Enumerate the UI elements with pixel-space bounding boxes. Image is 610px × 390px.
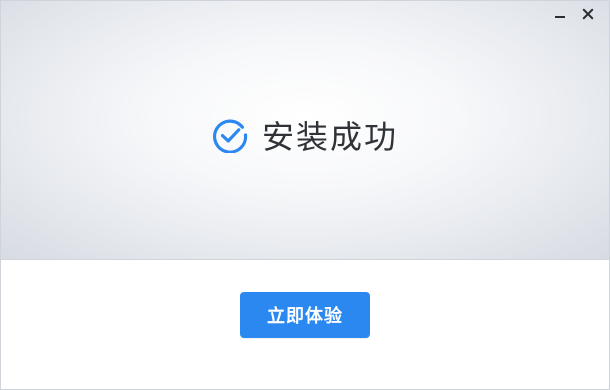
minimize-button[interactable] — [551, 5, 569, 23]
minimize-icon — [555, 16, 565, 18]
section-divider — [1, 259, 609, 260]
close-button[interactable] — [579, 5, 597, 23]
experience-now-button[interactable]: 立即体验 — [240, 292, 370, 338]
close-icon — [582, 8, 594, 20]
window-controls — [551, 5, 597, 23]
install-status: 安装成功 — [1, 115, 609, 159]
check-circle-icon — [212, 117, 248, 157]
installer-window: 安装成功 立即体验 — [0, 0, 610, 390]
install-success-text: 安装成功 — [261, 118, 398, 156]
